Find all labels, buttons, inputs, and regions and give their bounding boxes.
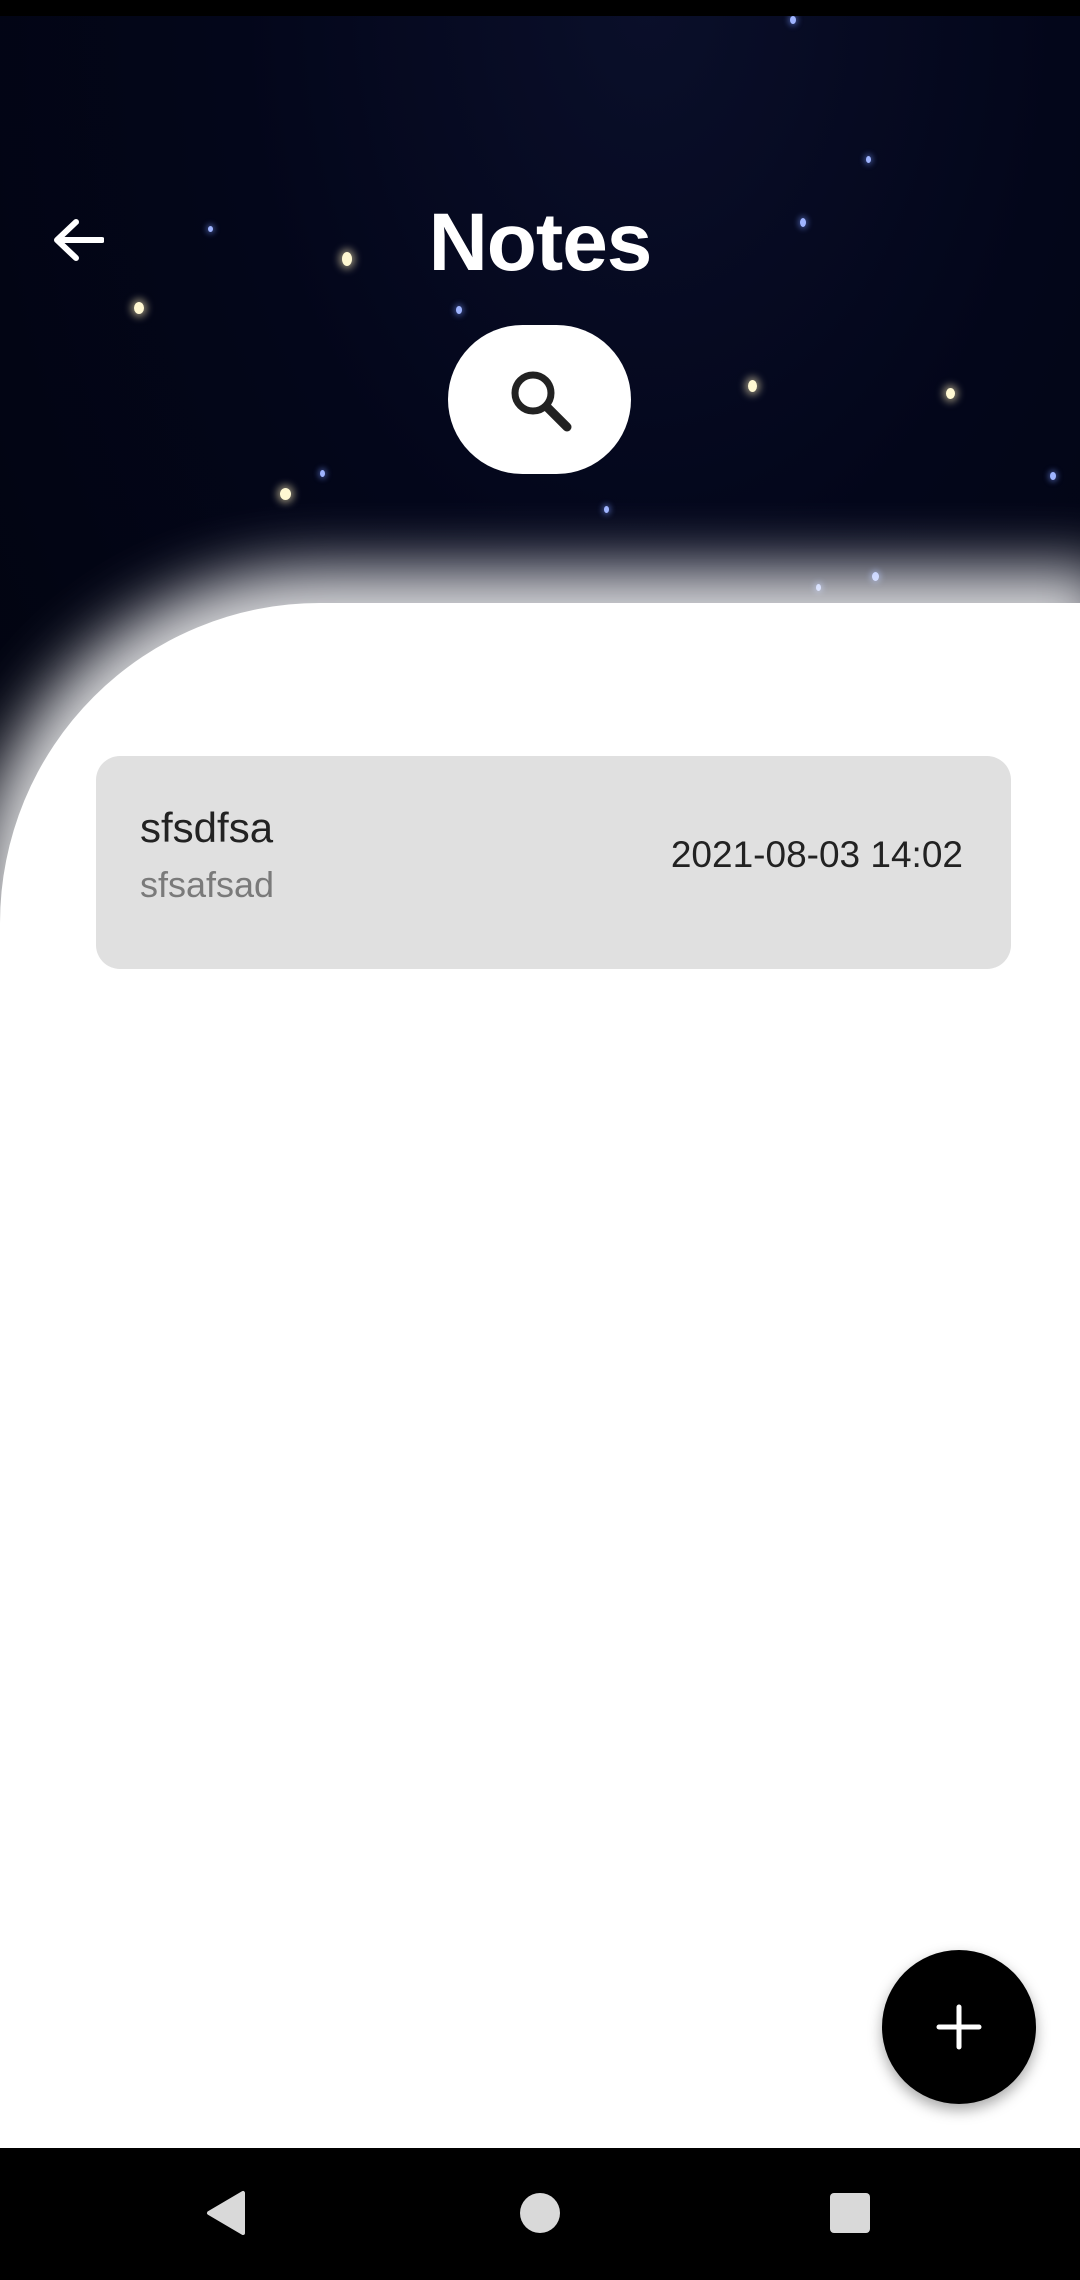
star — [280, 488, 291, 500]
plus-icon — [936, 2004, 982, 2050]
square-recents-icon — [830, 2193, 870, 2233]
add-note-button[interactable] — [882, 1950, 1036, 2104]
system-navigation-bar — [0, 2148, 1080, 2280]
star — [1050, 472, 1056, 480]
star — [604, 506, 609, 513]
note-title: sfsdfsa — [140, 804, 274, 851]
star — [748, 380, 757, 392]
star — [946, 388, 955, 399]
note-preview: sfsafsad — [140, 864, 275, 905]
star — [134, 302, 144, 314]
search-button[interactable] — [448, 325, 631, 474]
star — [456, 306, 462, 314]
page-title: Notes — [428, 197, 653, 288]
nav-back-button[interactable] — [180, 2168, 270, 2258]
note-card[interactable]: sfsdfsa sfsafsad 2021-08-03 14:02 — [96, 756, 1011, 969]
nav-recents-button[interactable] — [805, 2168, 895, 2258]
star — [816, 584, 821, 591]
triangle-back-icon — [207, 2191, 245, 2235]
notes-screen: Notes sfsdfsa sfsafsad 2021-08-03 14:02 — [0, 0, 1080, 2280]
note-date: 2021-08-03 14:02 — [670, 834, 963, 875]
nav-home-button[interactable] — [495, 2168, 585, 2258]
status-bar — [0, 0, 1080, 16]
search-icon — [511, 371, 571, 431]
circle-home-icon — [520, 2193, 560, 2233]
star — [790, 16, 796, 24]
star — [320, 470, 325, 477]
star — [866, 156, 871, 163]
star — [872, 572, 879, 581]
